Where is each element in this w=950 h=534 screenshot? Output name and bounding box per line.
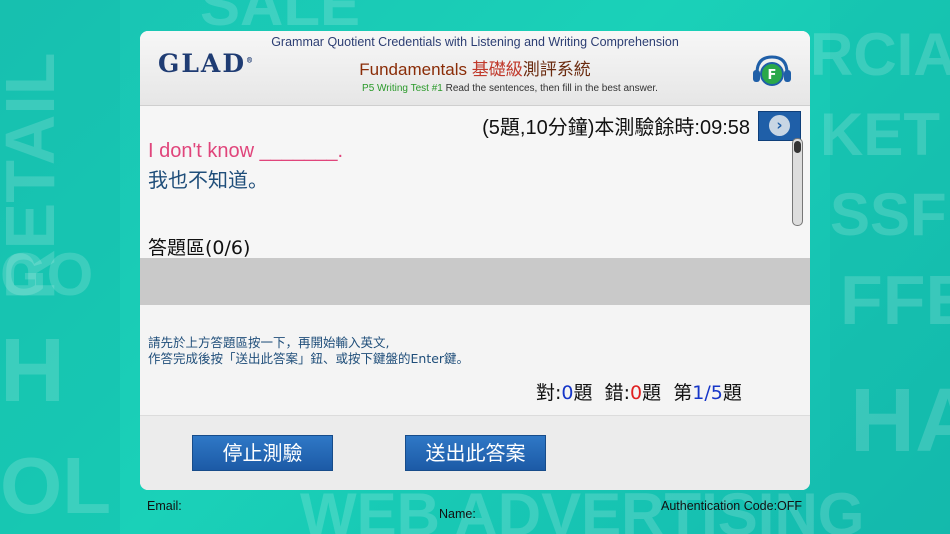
question-text: I don't know _______.: [148, 140, 344, 162]
question-progress: 1/5: [692, 382, 723, 404]
main-panel: GLAD® Grammar Quotient Credentials with …: [140, 31, 810, 490]
button-row: 停止測驗 送出此答案: [140, 415, 810, 490]
score-summary: 對:0題 錯:0題 第1/5題: [536, 378, 742, 405]
auth-code-label: Authentication Code:OFF: [661, 499, 803, 513]
email-label: Email:: [147, 499, 182, 513]
timer-text: (5題,10分鐘)本測驗餘時:09:58: [482, 117, 750, 139]
title-system: 測評系統: [522, 60, 591, 79]
progress-prefix: 第: [673, 382, 693, 404]
wrong-unit: 題: [642, 382, 662, 404]
stop-test-button[interactable]: 停止測驗: [192, 435, 333, 471]
correct-label: 對:: [536, 382, 562, 404]
answer-area-label: 答題區(0/6): [148, 237, 251, 259]
correct-count: 0: [561, 382, 574, 404]
instructions-area: 請先於上方答題區按一下，再開始輸入英文, 作答完成後按「送出此答案」鈕、或按下鍵…: [140, 305, 810, 415]
question-scrollbar[interactable]: [792, 138, 803, 226]
scrollbar-thumb[interactable]: [794, 141, 801, 153]
wrong-label: 錯:: [604, 382, 631, 404]
title-en: Fundamentals: [359, 60, 472, 79]
header-subtitle: Grammar Quotient Credentials with Listen…: [271, 35, 679, 49]
progress-suffix: 題: [722, 382, 742, 404]
test-instructions: Read the sentences, then fill in the bes…: [442, 83, 658, 94]
test-tag: P5 Writing Test #1: [362, 83, 443, 94]
question-translation: 我也不知道。: [148, 168, 268, 192]
name-label: Name:: [439, 507, 476, 521]
question-area: (5題,10分鐘)本測驗餘時:09:58 › I don't know ____…: [140, 106, 810, 259]
instruction-line-2: 作答完成後按「送出此答案」鈕、或按下鍵盤的Enter鍵。: [148, 351, 470, 366]
correct-unit: 題: [573, 382, 593, 404]
test-description: P5 Writing Test #1 Read the sentences, t…: [140, 83, 810, 94]
page-title: Fundamentals 基礎級測評系統: [140, 55, 810, 80]
answer-input[interactable]: [140, 258, 810, 305]
chevron-right-icon: ›: [769, 115, 790, 136]
wrong-count: 0: [630, 382, 643, 404]
badge-letter: F: [768, 68, 777, 83]
title-level: 基礎級: [471, 60, 523, 79]
header: GLAD® Grammar Quotient Credentials with …: [140, 31, 810, 106]
next-button[interactable]: ›: [758, 111, 801, 141]
headphones-badge-icon: F: [753, 55, 791, 86]
submit-answer-button[interactable]: 送出此答案: [405, 435, 546, 471]
